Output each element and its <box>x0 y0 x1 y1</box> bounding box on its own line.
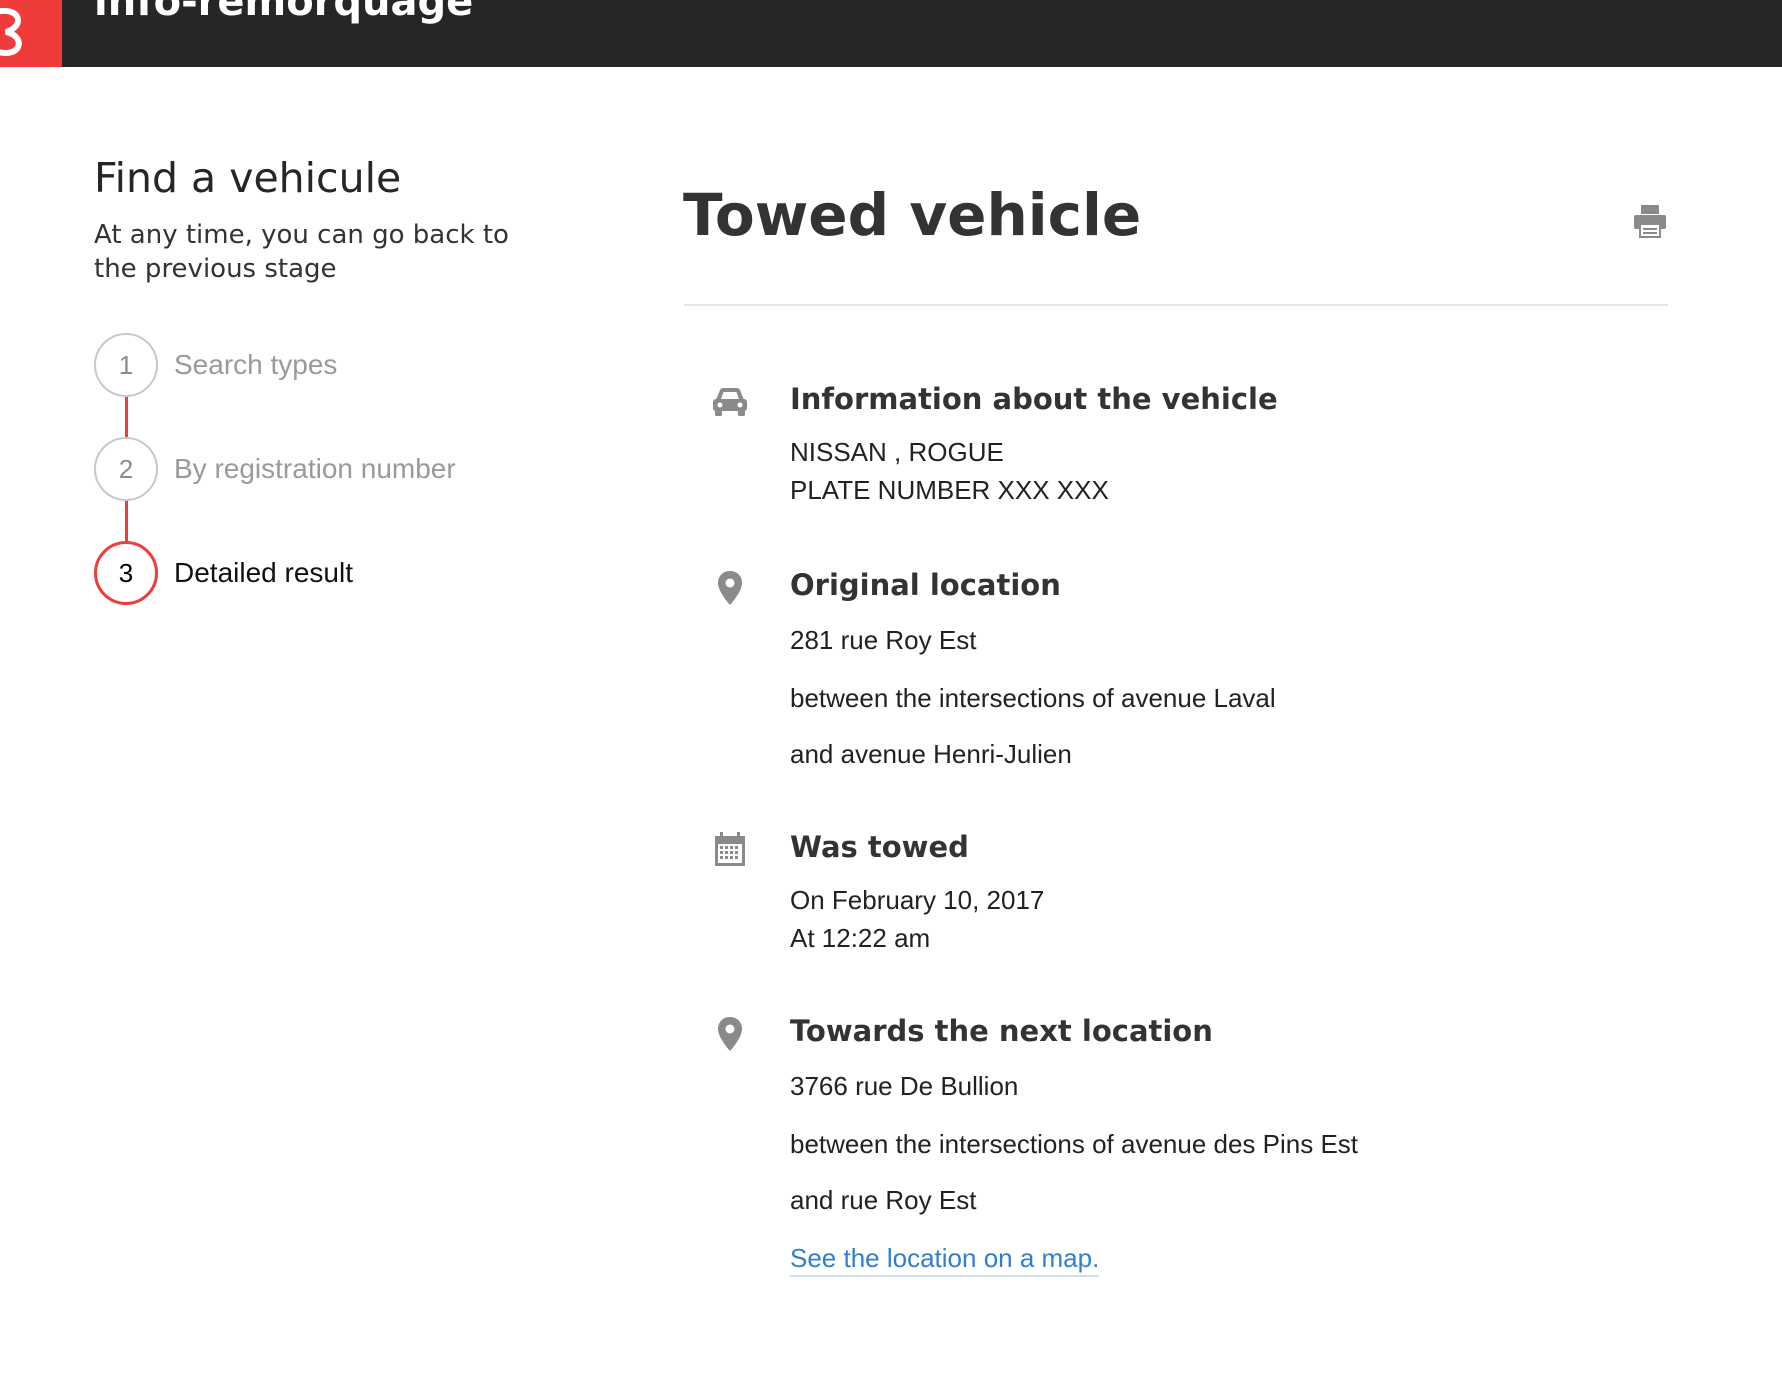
original-and: and avenue Henri-Julien <box>790 739 1072 769</box>
printer-icon[interactable] <box>1632 203 1668 239</box>
original-location-heading: Original location <box>790 568 1061 602</box>
step-number: 2 <box>94 437 158 501</box>
car-icon <box>710 382 750 422</box>
calendar-icon <box>710 830 750 870</box>
towed-time: At 12:22 am <box>790 923 931 953</box>
next-between: between the intersections of avenue des … <box>790 1129 1359 1159</box>
step-number: 3 <box>94 541 158 605</box>
step-label: By registration number <box>174 453 456 484</box>
vehicle-plate: PLATE NUMBER XXX XXX <box>790 475 1109 505</box>
next-location-heading: Towards the next location <box>790 1014 1213 1048</box>
sidebar: Find a vehicule At any time, you can go … <box>94 152 574 286</box>
step-number: 1 <box>94 333 158 397</box>
title-divider <box>684 304 1668 306</box>
step-detailed-result: 3 Detailed result <box>94 541 574 605</box>
step-label: Detailed result <box>174 557 353 588</box>
towed-date: On February 10, 2017 <box>790 885 1045 915</box>
see-on-map-link[interactable]: See the location on a map. <box>790 1243 1100 1277</box>
vehicle-info-heading: Information about the vehicle <box>790 382 1278 416</box>
step-by-registration-number[interactable]: 2 By registration number <box>94 437 574 501</box>
step-label: Search types <box>174 349 338 380</box>
logo-icon <box>0 7 22 57</box>
step-connector <box>125 501 128 541</box>
map-link-row: See the location on a map. <box>790 1242 1100 1277</box>
vehicle-make-model: NISSAN , ROGUE <box>790 437 1004 467</box>
step-search-types[interactable]: 1 Search types <box>94 333 574 397</box>
vehicle-info-section: Information about the vehicle NISSAN , R… <box>684 380 1668 520</box>
original-address: 281 rue Roy Est <box>790 625 977 655</box>
original-location-section: Original location 281 rue Roy Est betwee… <box>684 566 1668 776</box>
next-location-section: Towards the next location 3766 rue De Bu… <box>684 1012 1668 1282</box>
map-pin-icon <box>710 1014 750 1054</box>
sidebar-title: Find a vehicule <box>94 154 402 202</box>
next-address: 3766 rue De Bullion <box>790 1071 1019 1101</box>
step-connector <box>125 397 128 437</box>
app-title[interactable]: info-remorquage <box>94 0 473 26</box>
map-pin-icon <box>710 568 750 608</box>
original-between: between the intersections of avenue Lava… <box>790 683 1276 713</box>
sidebar-subtitle: At any time, you can go back to the prev… <box>94 220 509 284</box>
was-towed-heading: Was towed <box>790 830 969 864</box>
next-and: and rue Roy Est <box>790 1185 977 1215</box>
logo[interactable] <box>0 0 62 67</box>
page-title: Towed vehicle <box>683 181 1142 249</box>
was-towed-section: Was towed On February 10, 2017 At 12:22 … <box>684 828 1668 968</box>
top-bar: info-remorquage <box>0 0 1782 67</box>
